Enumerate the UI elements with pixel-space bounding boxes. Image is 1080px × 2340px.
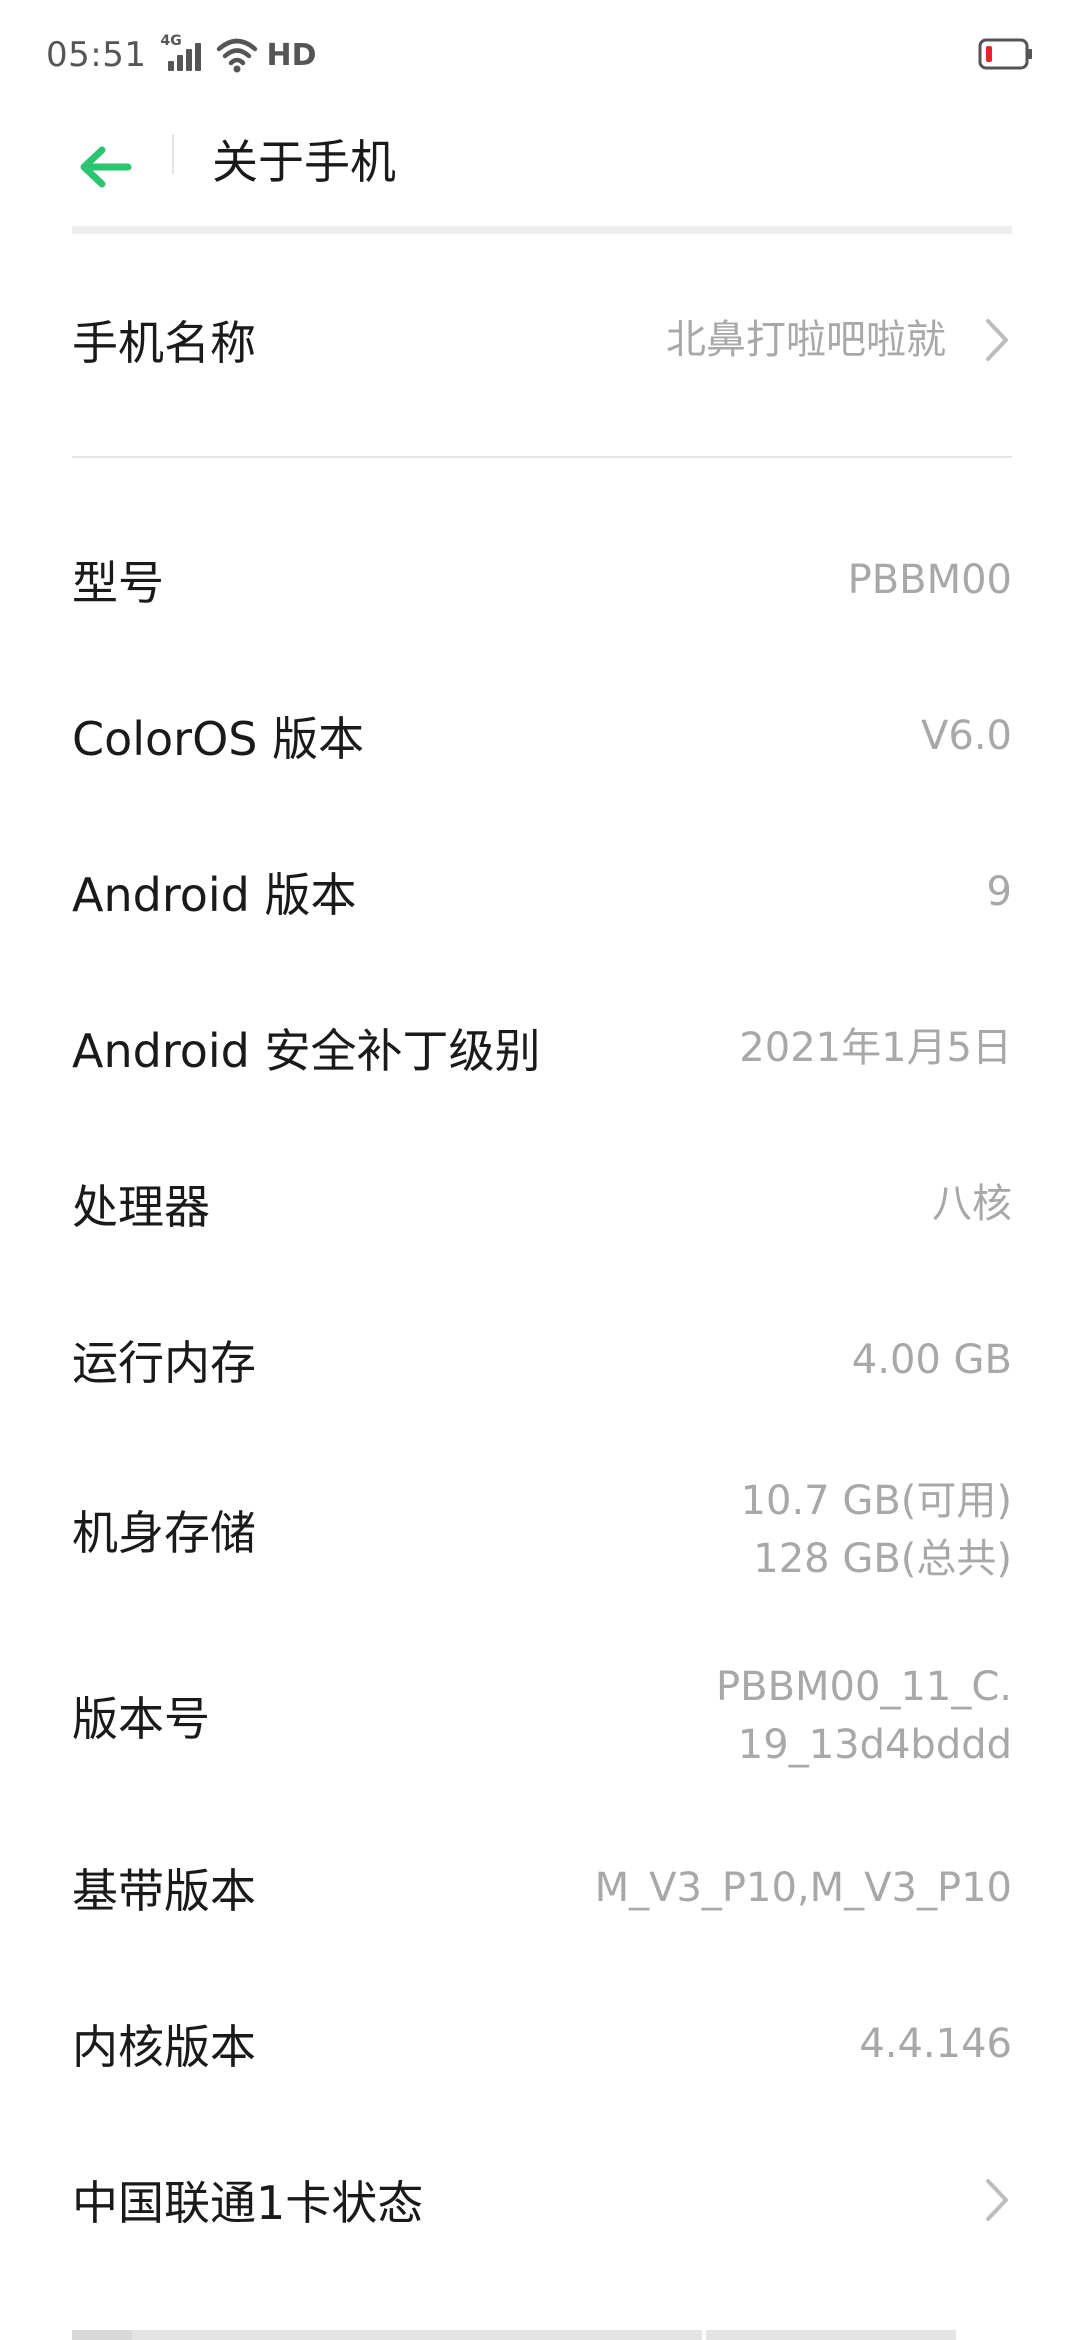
row-value: 9 (986, 869, 1012, 915)
app-header: 关于手机 (0, 110, 1080, 238)
row-build-number: 版本号 PBBM00_11_C. 19_13d4bddd (72, 1656, 1012, 1776)
row-value: PBBM00_11_C. 19_13d4bddd (716, 1658, 1012, 1774)
row-coloros-version: ColorOS 版本 V6.0 (72, 686, 1012, 786)
row-value: 北鼻打啦吧啦就 (666, 317, 946, 363)
chevron-right-icon (986, 2179, 1008, 2221)
storage-total: 128 GB(总共) (753, 1536, 1012, 1582)
row-value: 八核 (932, 1181, 1012, 1227)
row-storage: 机身存储 10.7 GB(可用) 128 GB(总共) (72, 1470, 1012, 1590)
row-label: 基带版本 (72, 1864, 256, 1918)
signal-icon: 4G (160, 33, 208, 75)
back-button[interactable] (70, 132, 140, 202)
row-android-version: Android 版本 9 (72, 842, 1012, 942)
battery-icon (978, 38, 1032, 70)
row-label: 机身存储 (72, 1506, 256, 1560)
header-divider (172, 134, 174, 174)
row-value: M_V3_P10,M_V3_P10 (594, 1865, 1012, 1911)
row-phone-name[interactable]: 手机名称 北鼻打啦吧啦就 (72, 290, 1012, 390)
hd-label: HD (266, 37, 317, 73)
section-divider (72, 456, 1012, 458)
row-kernel: 内核版本 4.4.146 (72, 1994, 1012, 2094)
status-bar: 05:51 4G HD (0, 0, 1080, 110)
build-number-line1: PBBM00_11_C. (716, 1664, 1012, 1710)
row-label: 型号 (72, 556, 164, 610)
row-label: 中国联通1卡状态 (72, 2176, 424, 2230)
storage-available: 10.7 GB(可用) (740, 1478, 1012, 1524)
status-left: 05:51 4G HD (46, 30, 317, 80)
wifi-icon (217, 38, 258, 73)
row-label: Android 安全补丁级别 (72, 1024, 541, 1078)
row-processor: 处理器 八核 (72, 1154, 1012, 1254)
row-label: 版本号 (72, 1692, 210, 1746)
row-clipped-next[interactable] (72, 2318, 1012, 2340)
row-label: 处理器 (72, 1180, 210, 1234)
row-label: 内核版本 (72, 2020, 256, 2074)
row-label: Android 版本 (72, 868, 357, 922)
status-time: 05:51 (46, 35, 147, 75)
arrow-left-icon (80, 146, 132, 188)
header-separator (72, 226, 1012, 234)
row-value: PBBM00 (847, 557, 1012, 603)
row-value: 4.4.146 (859, 2021, 1012, 2067)
row-label: 手机名称 (72, 316, 256, 370)
row-ram: 运行内存 4.00 GB (72, 1310, 1012, 1410)
row-value: 4.00 GB (851, 1337, 1012, 1383)
row-value: V6.0 (921, 713, 1012, 759)
row-label: ColorOS 版本 (72, 712, 365, 766)
build-number-line2: 19_13d4bddd (737, 1722, 1012, 1768)
page-title: 关于手机 (212, 135, 396, 189)
row-model: 型号 PBBM00 (72, 530, 1012, 630)
row-value: 10.7 GB(可用) 128 GB(总共) (741, 1472, 1012, 1588)
row-label: 运行内存 (72, 1336, 256, 1390)
row-sim1-status[interactable]: 中国联通1卡状态 (72, 2150, 1012, 2250)
chevron-right-icon (986, 319, 1008, 361)
row-baseband: 基带版本 M_V3_P10,M_V3_P10 (72, 1838, 1012, 1938)
row-security-patch: Android 安全补丁级别 2021年1月5日 (72, 998, 1012, 1098)
row-value: 2021年1月5日 (739, 1025, 1012, 1071)
